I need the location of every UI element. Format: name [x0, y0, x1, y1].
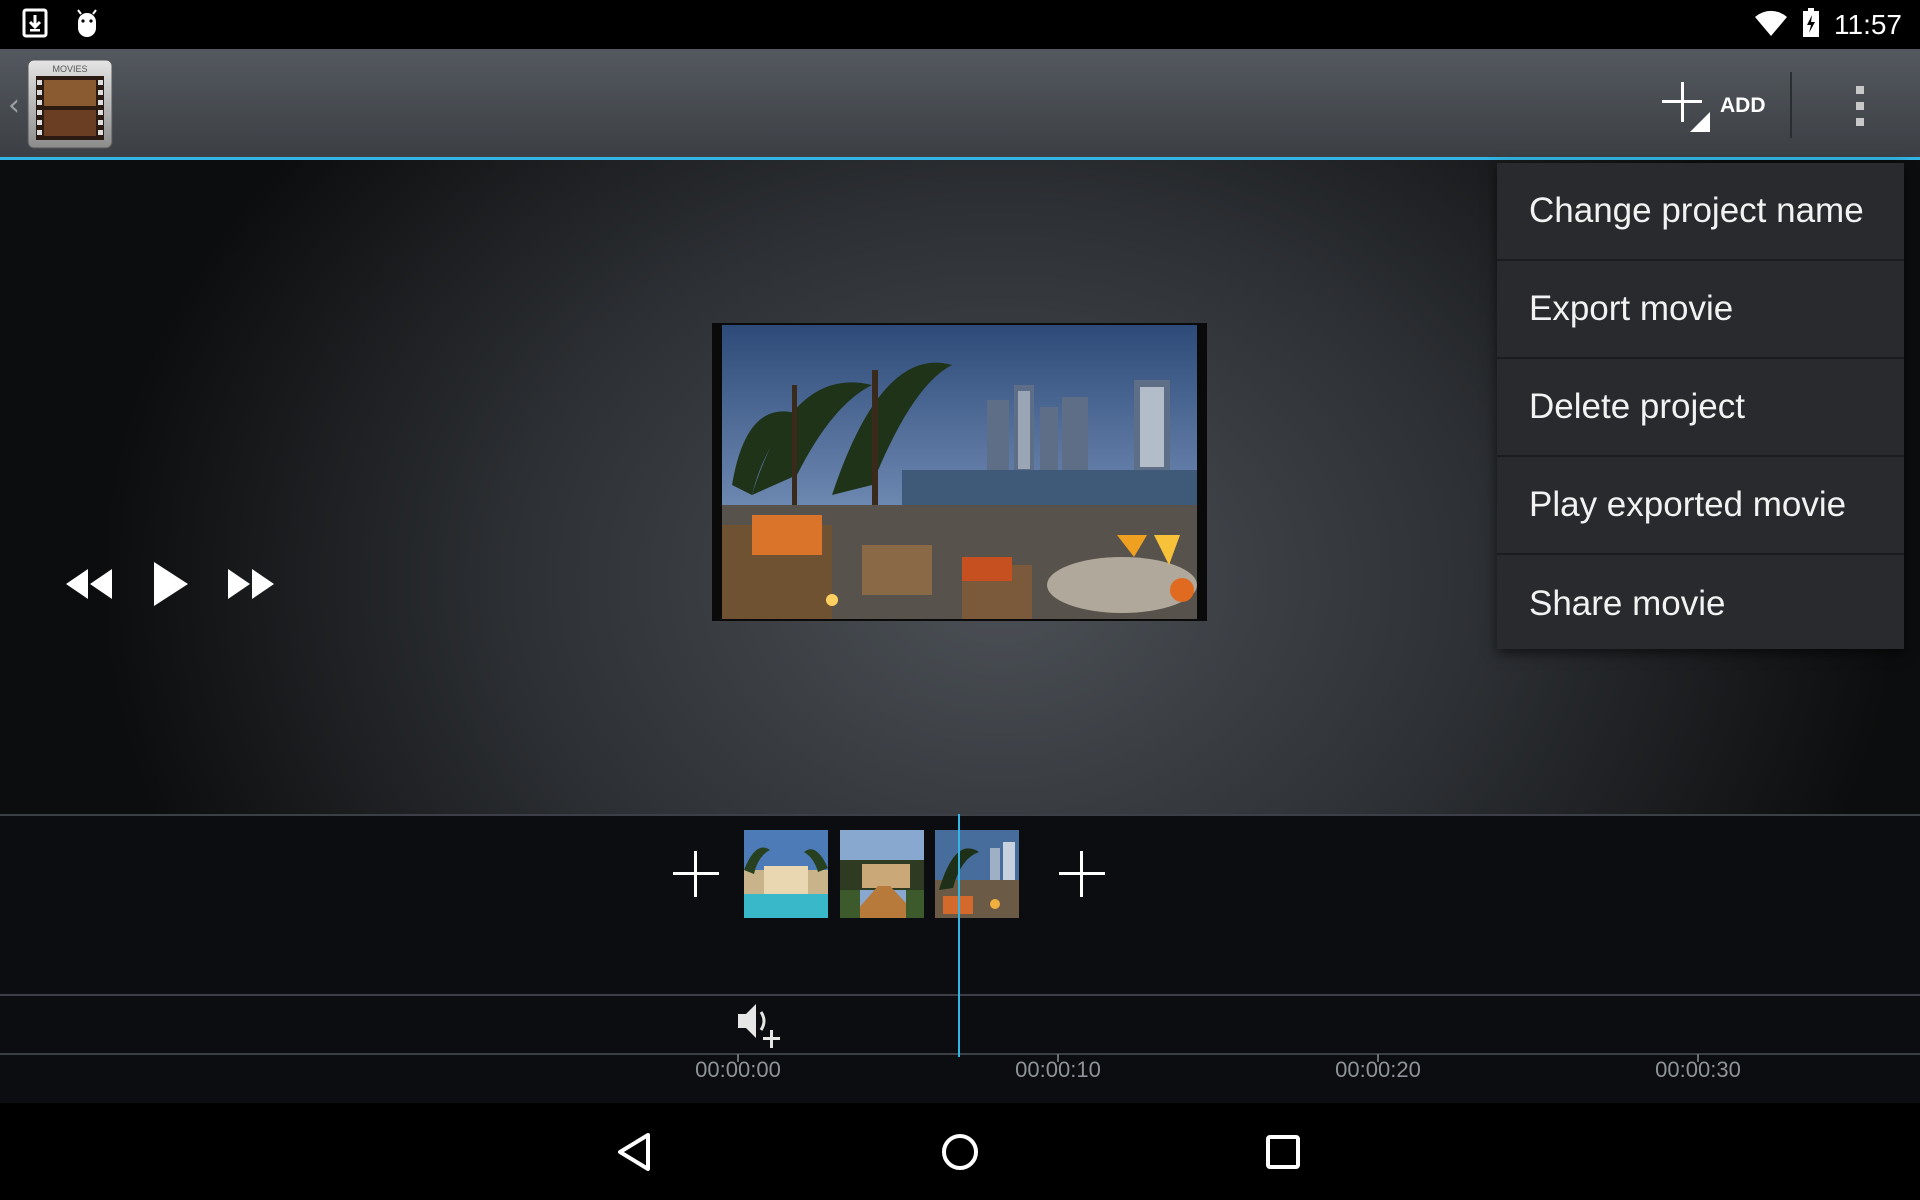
- audio-track-divider: [0, 994, 1920, 996]
- menu-item-play-exported-movie[interactable]: Play exported movie: [1497, 457, 1904, 555]
- menu-item-export-movie[interactable]: Export movie: [1497, 261, 1904, 359]
- overflow-menu-icon[interactable]: [1838, 78, 1882, 134]
- playhead[interactable]: [958, 814, 960, 1057]
- status-bar: 11:57: [0, 0, 1920, 49]
- overflow-menu: Change project name Export movie Delete …: [1497, 163, 1904, 649]
- action-bar: [0, 49, 1920, 159]
- add-audio-icon[interactable]: [736, 1000, 784, 1054]
- fast-forward-icon[interactable]: [226, 567, 276, 605]
- up-caret-icon[interactable]: ‹: [8, 88, 20, 123]
- add-clip-after-button[interactable]: [1055, 847, 1109, 901]
- add-clip-before-button[interactable]: [669, 847, 723, 901]
- clip-thumbnail-3[interactable]: [935, 830, 1019, 918]
- status-clock: 11:57: [1834, 8, 1902, 40]
- ruler-label: 00:00:30: [1655, 1057, 1741, 1082]
- ruler-line: [0, 1053, 1920, 1055]
- rewind-icon[interactable]: [64, 567, 114, 605]
- ruler-label: 00:00:00: [695, 1057, 781, 1082]
- add-button[interactable]: ADD: [1660, 72, 1766, 140]
- ruler-label: 00:00:10: [1015, 1057, 1101, 1082]
- navigation-bar: [0, 1103, 1920, 1200]
- menu-item-delete-project[interactable]: Delete project: [1497, 359, 1904, 457]
- transport-controls: [64, 560, 276, 612]
- play-icon[interactable]: [150, 560, 190, 612]
- battery-charging-icon: [1802, 7, 1820, 42]
- video-preview[interactable]: [712, 323, 1207, 621]
- clip-thumbnail-2[interactable]: [840, 830, 924, 918]
- menu-item-share-movie[interactable]: Share movie: [1497, 555, 1904, 653]
- menu-item-change-project-name[interactable]: Change project name: [1497, 163, 1904, 261]
- add-icon: [1660, 74, 1712, 138]
- clip-thumbnail-1[interactable]: [744, 830, 828, 918]
- android-debug-icon: [74, 8, 100, 42]
- preview-frame-image: [722, 325, 1197, 619]
- home-icon[interactable]: [930, 1127, 990, 1177]
- action-bar-separator: [1790, 72, 1792, 138]
- app-logo[interactable]: MOVIES: [26, 58, 116, 152]
- ruler-label: 00:00:20: [1335, 1057, 1421, 1082]
- add-button-label: ADD: [1720, 94, 1766, 117]
- timeline[interactable]: 00:00:00 00:00:10 00:00:20 00:00:30: [0, 814, 1920, 1103]
- recents-icon[interactable]: [1253, 1127, 1313, 1177]
- wifi-icon: [1754, 9, 1788, 41]
- timeline-top-border: [0, 814, 1920, 816]
- app-logo-label: MOVIES: [52, 64, 87, 74]
- back-icon[interactable]: [606, 1127, 666, 1177]
- download-icon: [22, 8, 48, 42]
